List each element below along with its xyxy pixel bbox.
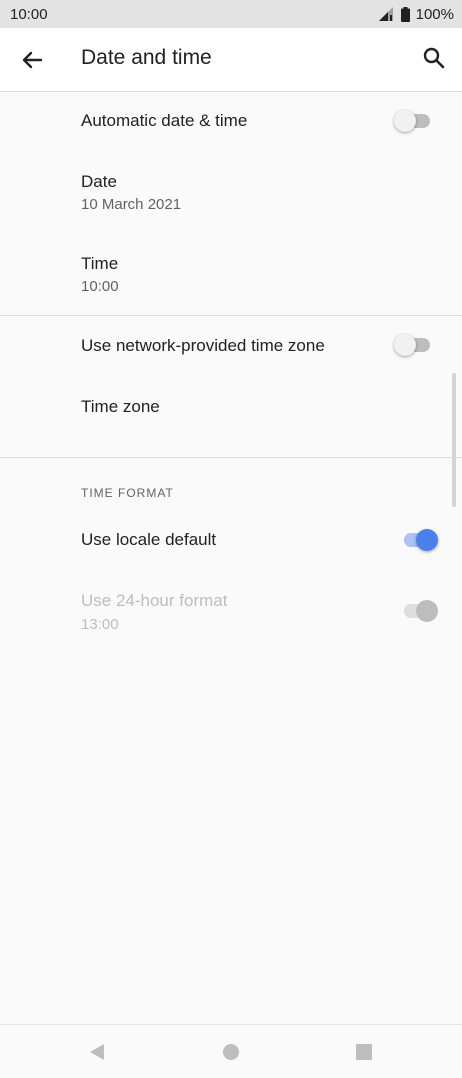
automatic-date-time-label: Automatic date & time xyxy=(81,111,248,130)
time-format-header: TIME FORMAT xyxy=(81,486,174,500)
date-row[interactable]: Date 10 March 2021 xyxy=(0,150,462,232)
use-24-hour-format-row: Use 24-hour format 13:00 xyxy=(0,570,462,652)
search-icon[interactable] xyxy=(420,44,448,72)
status-bar: 10:00 100% xyxy=(0,0,462,28)
use-locale-default-toggle[interactable] xyxy=(398,528,438,552)
nav-recents-icon[interactable] xyxy=(353,1041,375,1063)
time-row[interactable]: Time 10:00 xyxy=(0,232,462,314)
battery-icon xyxy=(400,6,410,22)
toggle-thumb xyxy=(416,600,438,622)
app-bar: Date and time xyxy=(0,28,462,92)
use-24-hour-format-label: Use 24-hour format xyxy=(81,591,228,610)
automatic-date-time-toggle[interactable] xyxy=(394,109,434,133)
time-zone-row[interactable]: Time zone xyxy=(0,376,462,436)
time-zone-label: Time zone xyxy=(81,397,160,416)
time-value: 10:00 xyxy=(81,278,119,295)
status-time: 10:00 xyxy=(10,5,48,23)
nav-home-icon[interactable] xyxy=(220,1041,242,1063)
date-value: 10 March 2021 xyxy=(81,196,182,213)
nav-back-icon[interactable] xyxy=(86,1041,108,1063)
date-label: Date xyxy=(81,172,117,191)
toggle-thumb xyxy=(394,110,416,132)
scrollbar[interactable] xyxy=(452,373,456,507)
use-locale-default-row[interactable]: Use locale default xyxy=(0,510,462,570)
network-time-zone-toggle[interactable] xyxy=(394,333,434,357)
toggle-thumb xyxy=(394,334,416,356)
use-24-hour-format-toggle xyxy=(398,599,438,623)
page-title: Date and time xyxy=(81,46,212,69)
toggle-thumb xyxy=(416,529,438,551)
use-24-hour-format-value: 13:00 xyxy=(81,616,119,633)
back-arrow-icon[interactable] xyxy=(18,46,46,74)
network-time-zone-label: Use network-provided time zone xyxy=(81,336,325,355)
use-locale-default-label: Use locale default xyxy=(81,530,217,549)
section-divider xyxy=(0,457,462,458)
battery-percent: 100% xyxy=(415,5,454,23)
navigation-bar xyxy=(0,1024,462,1078)
time-label: Time xyxy=(81,254,119,273)
status-icons: 100% xyxy=(377,6,454,23)
automatic-date-time-row[interactable]: Automatic date & time xyxy=(0,92,462,150)
network-time-zone-row[interactable]: Use network-provided time zone xyxy=(0,316,462,376)
signal-icon xyxy=(378,7,393,21)
